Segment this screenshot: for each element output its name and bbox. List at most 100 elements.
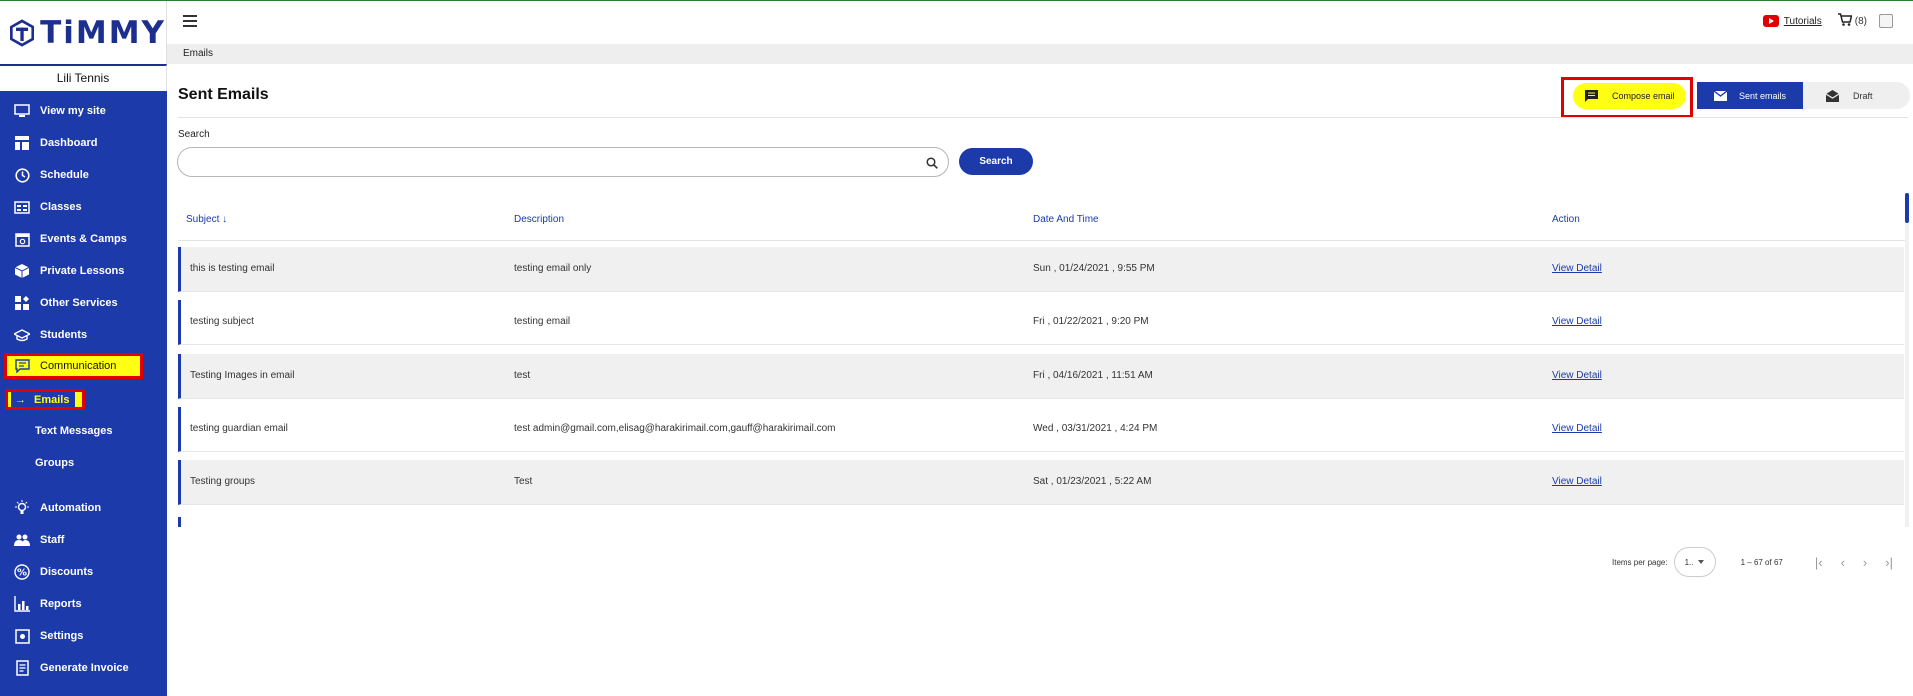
sidebar-item-label: Communication [40,360,117,372]
view-detail-link[interactable]: View Detail [1552,316,1602,327]
sidebar-item-label: Discounts [40,566,94,578]
table-row[interactable]: Testing groups Test Sat , 01/23/2021 , 5… [178,460,1904,505]
view-detail-link[interactable]: View Detail [1552,263,1602,274]
sidebar-subitem-text-messages[interactable]: Text Messages [35,425,112,437]
search-field [177,147,949,177]
sidebar-subitem-groups[interactable]: Groups [35,457,74,469]
table-row[interactable] [178,517,1904,527]
search-label: Search [178,129,210,140]
sidebar-item-communication[interactable]: Communication [4,353,143,379]
percent-icon: % [14,564,30,580]
cell-datetime: Fri , 04/16/2021 , 11:51 AM [1033,370,1153,381]
sidebar-item-label: Private Lessons [40,265,125,277]
youtube-icon [1762,15,1779,27]
column-header-subject[interactable]: Subject ↓ [186,214,227,225]
invoice-icon [14,660,30,676]
sidebar-item-other-services[interactable]: Other Services [0,287,167,319]
services-icon [14,295,30,311]
settings-icon [14,628,30,644]
hamburger-menu-icon[interactable] [183,15,197,27]
tab-sent-emails[interactable]: Sent emails [1697,82,1803,109]
logo-icon [10,18,35,47]
sidebar-item-label: Students [40,329,88,341]
sidebar-item-settings[interactable]: Settings [0,620,167,652]
sidebar-item-students[interactable]: Students [0,319,167,351]
previous-page-icon[interactable]: ‹ [1841,555,1845,570]
sidebar-item-staff[interactable]: Staff [0,524,167,556]
view-detail-link[interactable]: View Detail [1552,370,1602,381]
table-row[interactable]: testing subject testing email Fri , 01/2… [178,300,1904,345]
table-row[interactable]: testing guardian email test admin@gmail.… [178,407,1904,452]
brand-name: TiMMY [40,14,166,51]
table-scrollbar[interactable] [1905,193,1909,527]
cell-subject: testing subject [190,316,254,327]
email-tabs: Sent emails Draft [1697,82,1910,109]
sidebar-item-label: Dashboard [40,137,98,149]
sidebar-item-private-lessons[interactable]: Private Lessons [0,255,167,287]
sidebar-subitem-emails[interactable]: → Emails [5,389,85,410]
compose-email-button[interactable]: Compose email [1573,83,1686,109]
sidebar-item-label: Reports [40,598,82,610]
arrow-right-icon: → [15,393,26,406]
sidebar-item-reports[interactable]: Reports [0,588,167,620]
sidebar-item-generate-invoice[interactable]: Generate Invoice [0,652,167,684]
sidebar-item-label: Generate Invoice [40,662,129,674]
view-detail-link[interactable]: View Detail [1552,423,1602,434]
cell-subject: Testing Images in email [190,370,295,381]
column-header-label: Subject [186,214,220,225]
sidebar-item-events-camps[interactable]: Events & Camps [0,223,167,255]
tutorials-link[interactable]: Tutorials [1784,16,1822,27]
sort-arrow-down-icon: ↓ [222,214,228,225]
compose-email-label: Compose email [1612,91,1675,101]
search-icon[interactable] [926,156,938,174]
sidebar-item-label: Schedule [40,169,89,181]
user-name: Lili Tennis [0,64,167,91]
calendar-icon [14,231,30,247]
top-header: Tutorials (8) [167,1,1913,44]
sidebar-item-label: Classes [40,201,82,213]
cell-subject: testing guardian email [190,423,288,434]
sidebar-item-automation[interactable]: Automation [0,492,167,524]
cell-datetime: Wed , 03/31/2021 , 4:24 PM [1033,423,1158,434]
emails-table: Subject ↓ Description Date And Time Acti… [178,193,1908,527]
dashboard-icon [14,135,30,151]
classes-icon [14,199,30,215]
items-per-page-select[interactable]: 1.. [1673,547,1716,577]
column-header-action: Action [1552,214,1580,225]
sidebar-item-dashboard[interactable]: Dashboard [0,127,167,159]
table-row[interactable]: this is testing email testing email only… [178,247,1904,292]
avatar[interactable] [1879,14,1893,28]
column-header-description: Description [514,214,565,225]
cell-subject: Testing groups [190,476,256,487]
table-header: Subject ↓ Description Date And Time Acti… [178,193,1908,241]
tab-label: Draft [1853,90,1873,101]
logo[interactable]: TiMMY [0,1,167,64]
cart-icon[interactable] [1837,13,1853,29]
column-header-date-time: Date And Time [1033,214,1099,225]
table-row[interactable]: Testing Images in email test Fri , 04/16… [178,354,1904,399]
scrollbar-thumb[interactable] [1905,193,1909,223]
envelope-icon [1714,90,1727,101]
people-icon [14,532,30,548]
cart-count: (8) [1854,15,1867,27]
last-page-icon[interactable]: ›| [1885,555,1893,570]
sidebar-item-label: Settings [40,630,84,642]
sidebar-item-schedule[interactable]: Schedule [0,159,167,191]
search-input[interactable] [178,148,908,176]
page-range: 1 – 67 of 67 [1740,557,1783,567]
sidebar-item-classes[interactable]: Classes [0,191,167,223]
first-page-icon[interactable]: |‹ [1815,555,1823,570]
sidebar-item-label: Automation [40,502,102,514]
tab-draft[interactable]: Draft [1803,82,1910,109]
cell-description: Test [514,476,533,487]
sidebar-item-discounts[interactable]: % Discounts [0,556,167,588]
sidebar-item-view-my-site[interactable]: View my site [0,95,167,127]
view-detail-link[interactable]: View Detail [1552,476,1602,487]
sidebar-item-label: Other Services [40,297,118,309]
bulb-icon [14,500,30,516]
monitor-icon [14,103,30,119]
search-button[interactable]: Search [959,148,1033,175]
next-page-icon[interactable]: › [1863,555,1867,570]
chart-icon [14,596,30,612]
sidebar-subitem-label: Emails [34,393,70,406]
